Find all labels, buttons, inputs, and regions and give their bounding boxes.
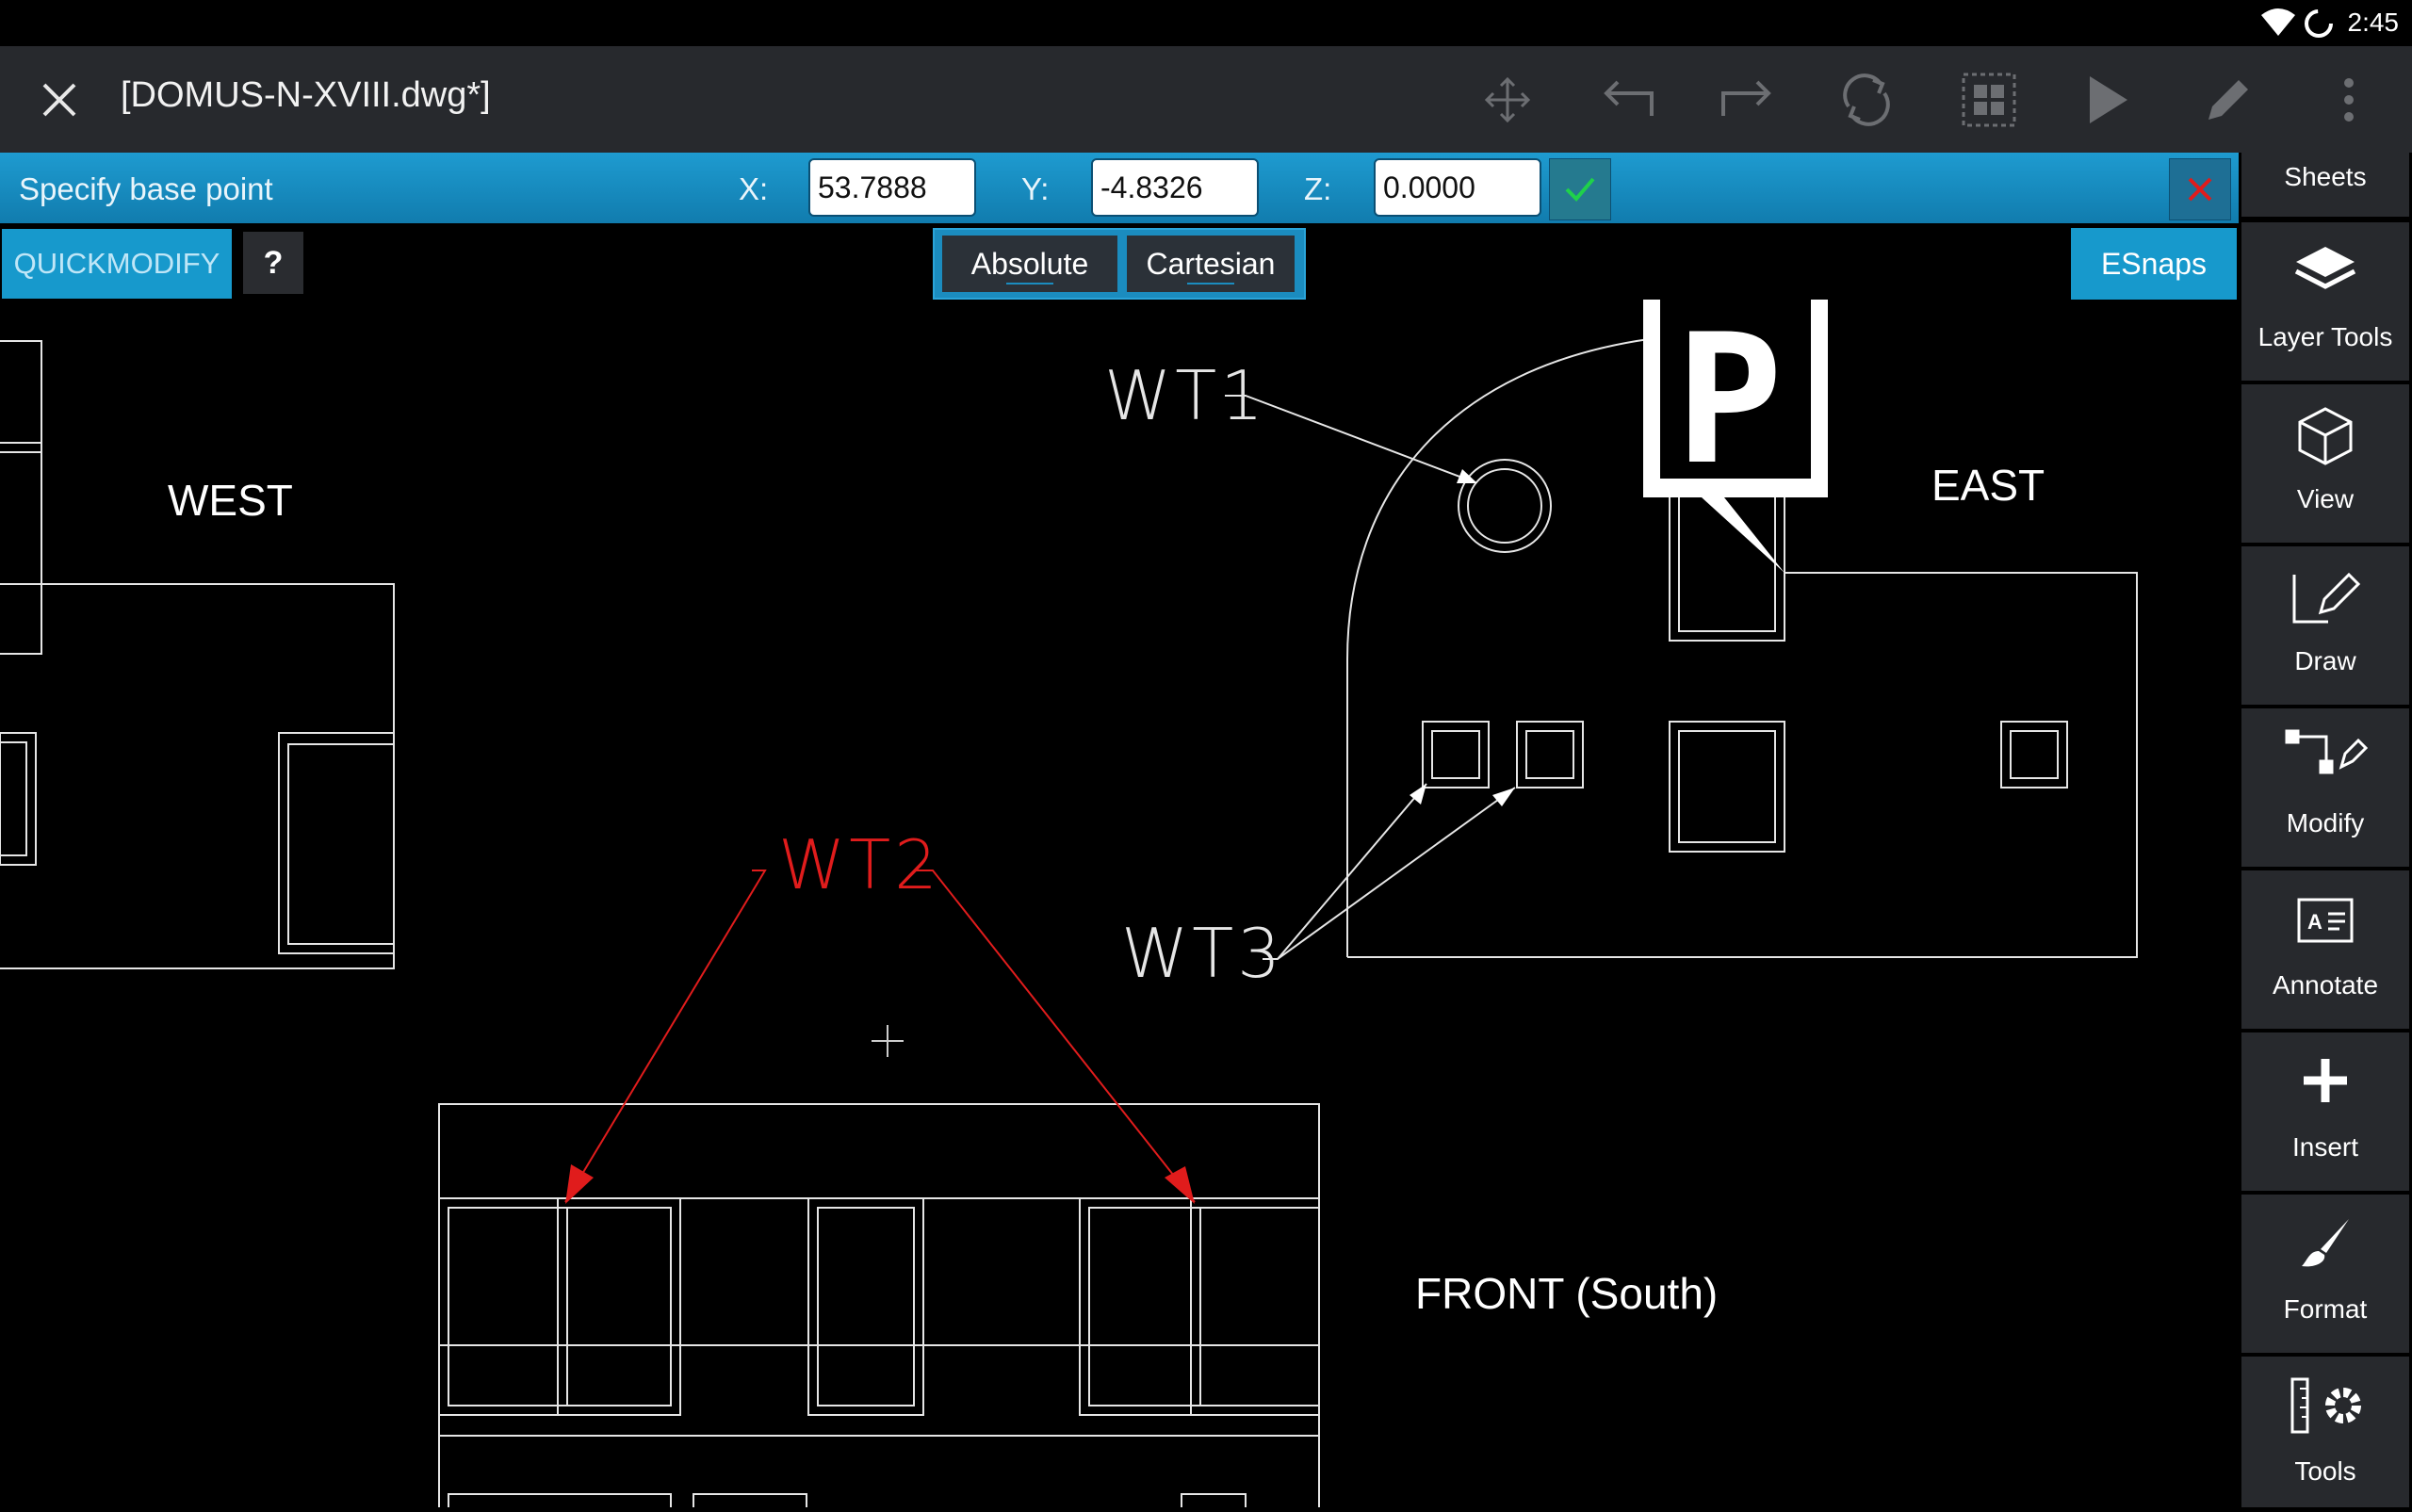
edit-button[interactable]	[2195, 67, 2261, 133]
help-button[interactable]: ?	[243, 232, 303, 294]
checkmark-icon	[1565, 177, 1595, 202]
leader-arrowheads	[1410, 469, 1515, 806]
quickmodify-button[interactable]: QUICKMODIFY	[2, 229, 232, 299]
parking-letter: P	[1675, 296, 1784, 504]
right-sidebar: Sheets Layer Tools View Draw Modify A An…	[2239, 153, 2412, 1507]
play-button[interactable]	[2075, 67, 2141, 133]
undo-button[interactable]	[1594, 67, 1660, 133]
undo-icon	[1604, 80, 1654, 116]
redo-button[interactable]	[1715, 67, 1781, 133]
brush-icon	[2302, 1219, 2349, 1267]
layers-icon	[2294, 247, 2356, 289]
sidebar-item-draw[interactable]: Draw	[2241, 546, 2409, 705]
absolute-button[interactable]: Absolute	[942, 236, 1117, 292]
modify-icon	[2285, 729, 2369, 774]
z-label: Z:	[1304, 171, 1332, 206]
move-arrows-icon	[1484, 76, 1531, 123]
svg-text:A: A	[2307, 910, 2322, 934]
wt2-label: WT2	[778, 825, 941, 904]
top-toolbar: [DOMUS-N-XVIII.dwg*]	[0, 46, 2412, 153]
file-title: [DOMUS-N-XVIII.dwg*]	[121, 75, 491, 115]
plus-icon	[2304, 1059, 2347, 1102]
status-bar: 2:45	[0, 0, 2412, 46]
cube-icon	[2298, 407, 2353, 465]
sidebar-item-sheets[interactable]: Sheets	[2241, 153, 2409, 217]
wt2-leaders	[564, 870, 1196, 1203]
sidebar-item-layer-tools[interactable]: Layer Tools	[2241, 222, 2409, 381]
wt1-label: WT1	[1104, 356, 1267, 435]
sidebar-item-insert[interactable]: Insert	[2241, 1032, 2409, 1191]
z-coordinate-input[interactable]	[1374, 158, 1541, 217]
close-icon	[42, 83, 76, 117]
coordinate-mode-toggle: Absolute Cartesian	[933, 228, 1306, 300]
sheets-label: Sheets	[2284, 162, 2367, 191]
wifi-icon	[2261, 8, 2295, 36]
layer-tools-label: Layer Tools	[2257, 322, 2393, 351]
format-label: Format	[2283, 1294, 2368, 1324]
tools-label: Tools	[2294, 1456, 2356, 1486]
pencil-line-icon	[2292, 572, 2361, 624]
overflow-menu-button[interactable]	[2316, 67, 2382, 133]
ruler-gear-icon	[2290, 1377, 2361, 1434]
drawing-canvas[interactable]: WEST EAST FRONT (South) WT1 WT2 WT3 P	[0, 254, 2239, 1507]
modify-label: Modify	[2286, 808, 2365, 837]
regen-button[interactable]	[1833, 67, 1899, 133]
cancel-button[interactable]	[2169, 158, 2231, 220]
sidebar-item-modify[interactable]: Modify	[2241, 708, 2409, 867]
wt3-label: WT3	[1121, 914, 1284, 993]
close-red-icon	[2188, 177, 2212, 202]
y-coordinate-input[interactable]	[1091, 158, 1259, 217]
annotate-label: Annotate	[2272, 970, 2379, 1000]
x-label: X:	[739, 171, 769, 206]
sidebar-item-annotate[interactable]: A Annotate	[2241, 870, 2409, 1029]
select-grid-icon	[1962, 73, 2016, 127]
cartesian-button[interactable]: Cartesian	[1127, 236, 1295, 292]
pencil-icon	[2208, 80, 2248, 120]
battery-charging-icon	[2305, 9, 2333, 38]
close-button[interactable]	[26, 67, 92, 133]
redo-icon	[1721, 80, 1771, 116]
command-prompt: Specify base point	[19, 171, 273, 206]
annotate-icon: A	[2297, 898, 2354, 943]
insert-label: Insert	[2291, 1132, 2359, 1162]
play-icon	[2090, 76, 2127, 123]
draw-label: Draw	[2294, 646, 2356, 675]
cad-drawing	[0, 254, 2138, 1507]
east-label: EAST	[1931, 461, 2045, 510]
refresh-icon	[1843, 73, 1890, 126]
more-vertical-icon	[2344, 78, 2354, 122]
sidebar-item-tools[interactable]: Tools	[2241, 1357, 2409, 1507]
command-bar: Specify base point X: Y: Z:	[0, 153, 2239, 223]
y-label: Y:	[1021, 171, 1050, 206]
clock: 2:45	[2347, 8, 2400, 37]
absolute-label: Absolute	[970, 246, 1089, 281]
sidebar-item-view[interactable]: View	[2241, 384, 2409, 543]
select-all-button[interactable]	[1956, 67, 2022, 133]
view-label: View	[2296, 484, 2355, 513]
cartesian-label: Cartesian	[1146, 246, 1276, 281]
west-label: WEST	[168, 476, 293, 525]
front-label: FRONT (South)	[1415, 1269, 1719, 1318]
x-coordinate-input[interactable]	[808, 158, 976, 217]
esnaps-button[interactable]: ESnaps	[2071, 228, 2237, 300]
confirm-button[interactable]	[1549, 158, 1611, 220]
sidebar-item-format[interactable]: Format	[2241, 1195, 2409, 1353]
move-button[interactable]	[1475, 67, 1540, 133]
